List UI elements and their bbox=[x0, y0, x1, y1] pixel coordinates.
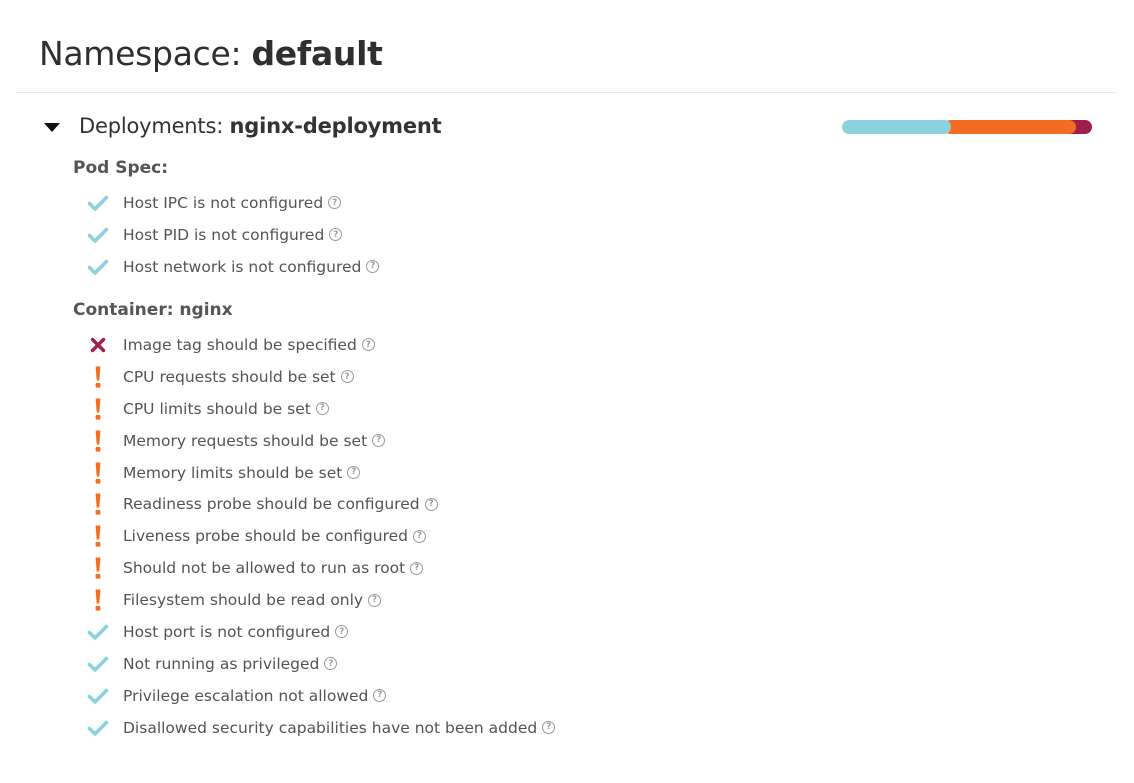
check-message: Host IPC is not configured bbox=[123, 193, 324, 212]
help-icon[interactable]: ? bbox=[340, 370, 354, 384]
help-icon[interactable]: ? bbox=[315, 402, 329, 416]
check-message: Not running as privileged bbox=[123, 654, 320, 673]
help-icon[interactable]: ? bbox=[542, 721, 556, 735]
section-title-container: Container: nginx bbox=[73, 300, 233, 320]
help-icon[interactable]: ? bbox=[361, 338, 375, 352]
help-icon[interactable]: ? bbox=[324, 657, 338, 671]
check-item: Memory requests should be set? bbox=[86, 425, 555, 457]
deployment-header[interactable]: Deployments: nginx-deployment bbox=[40, 108, 442, 144]
help-icon[interactable]: ? bbox=[372, 434, 386, 448]
check-item: CPU requests should be set? bbox=[86, 361, 555, 393]
check-item: Disallowed security capabilities have no… bbox=[86, 712, 556, 744]
container-check-list: Image tag should be specified? CPU reques… bbox=[86, 329, 556, 744]
help-icon[interactable]: ? bbox=[413, 529, 426, 543]
check-item: Memory limits should be set? bbox=[86, 457, 555, 489]
help-icon[interactable]: ? bbox=[368, 593, 382, 607]
exclamation-icon bbox=[86, 492, 110, 516]
deployment-name: nginx-deployment bbox=[229, 114, 442, 138]
exclamation-icon bbox=[86, 524, 110, 548]
check-item: CPU limits should be set? bbox=[86, 393, 555, 425]
caret-down-icon[interactable] bbox=[44, 122, 60, 132]
check-item: Not running as privileged? bbox=[86, 648, 555, 680]
check-item: Liveness probe should be configured? bbox=[86, 520, 555, 552]
check-message: Should not be allowed to run as root bbox=[123, 559, 406, 578]
check-icon bbox=[86, 716, 110, 740]
exclamation-icon bbox=[86, 429, 110, 453]
check-item: Should not be allowed to run as root? bbox=[86, 552, 555, 584]
check-item: Host IPC is not configured? bbox=[86, 187, 379, 219]
check-message: CPU requests should be set bbox=[123, 367, 336, 386]
score-bar bbox=[842, 120, 1092, 134]
check-message: Filesystem should be read only bbox=[123, 591, 364, 610]
check-message: CPU limits should be set bbox=[123, 399, 311, 418]
help-icon[interactable]: ? bbox=[335, 625, 349, 639]
check-message: Image tag should be specified bbox=[123, 335, 357, 354]
exclamation-icon bbox=[86, 556, 110, 580]
help-icon[interactable]: ? bbox=[410, 561, 424, 575]
score-bar-passing bbox=[842, 120, 951, 134]
score-bar-warning bbox=[944, 120, 1076, 134]
help-icon[interactable]: ? bbox=[424, 497, 438, 511]
check-message: Memory requests should be set bbox=[123, 431, 368, 450]
deployment-kind-label: Deployments: bbox=[79, 114, 230, 138]
check-message: Memory limits should be set bbox=[123, 463, 343, 482]
check-item: Host port is not configured? bbox=[86, 616, 555, 648]
check-message: Privilege escalation not allowed bbox=[123, 686, 369, 705]
check-icon bbox=[86, 684, 110, 708]
check-item: Privilege escalation not allowed? bbox=[86, 680, 555, 712]
header-divider bbox=[16, 92, 1116, 93]
namespace-name: default bbox=[251, 34, 383, 73]
pod-spec-check-list: Host IPC is not configured? Host PID is n… bbox=[86, 187, 380, 283]
help-icon[interactable]: ? bbox=[373, 689, 387, 703]
report-page: Namespace: default Deployments: nginx-de… bbox=[0, 0, 1134, 783]
check-message: Host network is not configured bbox=[123, 257, 362, 276]
namespace-title: Namespace: default bbox=[39, 30, 383, 78]
check-message: Host port is not configured bbox=[123, 622, 331, 641]
check-message: Host PID is not configured bbox=[123, 225, 325, 244]
check-item: Readiness probe should be configured? bbox=[86, 488, 555, 520]
check-item: Host network is not configured? bbox=[86, 251, 380, 283]
section-title-pod-spec: Pod Spec: bbox=[73, 158, 169, 178]
check-message: Disallowed security capabilities have no… bbox=[123, 718, 538, 737]
check-item: Host PID is not configured? bbox=[86, 219, 379, 251]
check-icon bbox=[86, 223, 110, 247]
deployment-title: Deployments: nginx-deployment bbox=[79, 114, 442, 138]
x-icon bbox=[86, 333, 110, 357]
check-message: Readiness probe should be configured bbox=[123, 495, 420, 514]
exclamation-icon bbox=[86, 365, 110, 389]
exclamation-icon bbox=[86, 461, 110, 485]
help-icon[interactable]: ? bbox=[366, 260, 380, 274]
exclamation-icon bbox=[86, 588, 110, 612]
help-icon[interactable]: ? bbox=[329, 228, 343, 242]
check-message: Liveness probe should be configured bbox=[123, 527, 408, 546]
namespace-label: Namespace: bbox=[39, 34, 252, 73]
check-icon bbox=[86, 620, 110, 644]
check-item: Image tag should be specified? bbox=[86, 329, 555, 361]
check-icon bbox=[86, 652, 110, 676]
check-item: Filesystem should be read only? bbox=[86, 584, 555, 616]
exclamation-icon bbox=[86, 397, 110, 421]
check-icon bbox=[86, 255, 110, 279]
help-icon[interactable]: ? bbox=[328, 196, 342, 210]
help-icon[interactable]: ? bbox=[347, 466, 361, 479]
check-icon bbox=[86, 191, 110, 215]
